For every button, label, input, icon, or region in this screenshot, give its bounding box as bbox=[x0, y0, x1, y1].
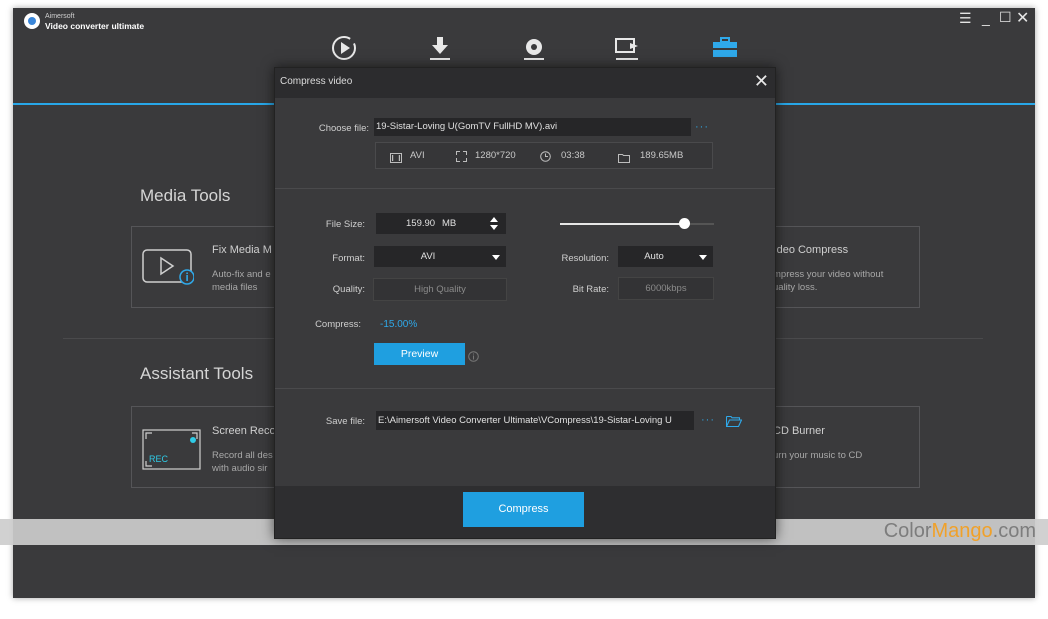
file-size-input[interactable]: 159.90 MB bbox=[376, 213, 506, 234]
slider-fill bbox=[560, 223, 685, 225]
video-compress-card[interactable]: Video Compress mpress your video without… bbox=[758, 226, 920, 308]
screen-recorder-card[interactable]: REC Screen Reco Record all des with audi… bbox=[131, 406, 293, 488]
resolution-select[interactable]: Auto bbox=[618, 246, 713, 267]
video-compress-title: Video Compress bbox=[767, 244, 849, 256]
file-size-label: File Size: bbox=[325, 219, 365, 230]
bitrate-value: 6000kbps bbox=[645, 283, 687, 294]
slider-handle[interactable] bbox=[679, 218, 690, 229]
fix-media-desc-2: media files bbox=[212, 282, 258, 293]
rec-label: REC bbox=[149, 454, 169, 464]
convert-icon[interactable] bbox=[329, 34, 359, 62]
format-selected-value: AVI bbox=[420, 251, 436, 262]
menu-icon[interactable]: ☰ bbox=[959, 10, 972, 27]
compress-ratio-label: Compress: bbox=[315, 319, 361, 330]
duration-icon bbox=[540, 149, 551, 162]
fix-media-title: Fix Media M bbox=[212, 244, 272, 256]
fix-media-card[interactable]: Fix Media M Auto-fix and e media files bbox=[131, 226, 293, 308]
maximize-icon[interactable]: ☐ bbox=[999, 9, 1012, 26]
choose-file-label: Choose file: bbox=[318, 123, 369, 134]
fix-media-icon bbox=[142, 249, 195, 285]
burn-icon[interactable] bbox=[519, 34, 549, 62]
choose-file-browse-button[interactable]: ··· bbox=[695, 121, 709, 133]
download-icon[interactable] bbox=[425, 34, 455, 62]
fix-media-desc-1: Auto-fix and e bbox=[212, 269, 271, 280]
save-file-label: Save file: bbox=[325, 416, 365, 427]
format-dropdown-icon bbox=[492, 255, 500, 260]
cd-burner-title: CD Burner bbox=[773, 425, 825, 437]
screen-recorder-desc-1: Record all des bbox=[212, 450, 273, 461]
format-select[interactable]: AVI bbox=[374, 246, 506, 267]
save-path-input[interactable]: E:\Aimersoft Video Converter Ultimate\VC… bbox=[376, 411, 694, 430]
cd-burner-desc: urn your music to CD bbox=[773, 450, 863, 461]
open-folder-icon[interactable] bbox=[725, 414, 743, 428]
preview-button[interactable]: Preview bbox=[374, 343, 465, 365]
quality-field: High Quality bbox=[373, 278, 507, 301]
video-format-icon bbox=[390, 150, 402, 163]
compress-video-dialog: Compress video ✕ Choose file: 19-Sistar-… bbox=[274, 67, 776, 539]
dialog-divider-2 bbox=[275, 388, 775, 389]
bitrate-label: Bit Rate: bbox=[572, 284, 609, 295]
minimize-icon[interactable]: _ bbox=[982, 10, 990, 26]
increase-size-icon[interactable] bbox=[490, 217, 498, 222]
screen-recorder-desc-2: with audio sir bbox=[212, 463, 268, 474]
quality-label: Quality: bbox=[332, 284, 365, 295]
choose-file-input[interactable]: 19-Sistar-Loving U(GomTV FullHD MV).avi bbox=[374, 118, 691, 136]
file-size-value: 189.65MB bbox=[640, 150, 684, 161]
video-compress-desc-1: mpress your video without bbox=[773, 269, 884, 280]
screen-recorder-title: Screen Reco bbox=[212, 425, 276, 437]
close-icon[interactable]: ✕ bbox=[1016, 8, 1029, 28]
folder-size-icon bbox=[618, 150, 630, 163]
screen-recorder-icon: REC bbox=[142, 429, 202, 471]
dialog-divider-1 bbox=[275, 188, 775, 189]
format-label: Format: bbox=[332, 253, 365, 264]
quality-value: High Quality bbox=[414, 284, 466, 295]
file-info-box: AVI 1280*720 03:38 189.65MB bbox=[375, 142, 713, 169]
compress-button[interactable]: Compress bbox=[463, 492, 584, 527]
file-format-value: AVI bbox=[410, 150, 425, 161]
resolution-icon bbox=[456, 149, 467, 162]
file-size-slider[interactable] bbox=[560, 215, 714, 233]
resolution-dropdown-icon bbox=[699, 255, 707, 260]
cd-burner-card[interactable]: CD Burner urn your music to CD bbox=[758, 406, 920, 488]
bitrate-field: 6000kbps bbox=[618, 277, 714, 300]
decrease-size-icon[interactable] bbox=[490, 225, 498, 230]
media-tools-title: Media Tools bbox=[140, 186, 231, 205]
dialog-title: Compress video bbox=[280, 76, 353, 87]
resolution-selected-value: Auto bbox=[644, 251, 664, 262]
toolbox-icon[interactable] bbox=[710, 34, 740, 62]
dialog-close-icon[interactable]: ✕ bbox=[754, 71, 769, 92]
save-path-browse-button[interactable]: ··· bbox=[701, 414, 715, 426]
watermark-logo: ColorMango.com bbox=[883, 520, 1036, 542]
file-size-number: 159.90 bbox=[406, 218, 436, 229]
compress-ratio-value: -15.00% bbox=[380, 319, 418, 330]
transfer-icon[interactable] bbox=[612, 34, 642, 62]
file-size-unit: MB bbox=[442, 218, 457, 229]
preview-info-icon[interactable] bbox=[468, 349, 479, 362]
brand-product: Video converter ultimate bbox=[45, 21, 145, 31]
resolution-label: Resolution: bbox=[561, 253, 609, 264]
assistant-tools-title: Assistant Tools bbox=[140, 364, 254, 383]
brand-company: Aimersoft bbox=[45, 13, 75, 20]
app-logo-icon bbox=[24, 13, 40, 29]
video-compress-desc-2: uality loss. bbox=[773, 282, 818, 293]
file-duration-value: 03:38 bbox=[561, 150, 585, 161]
file-resolution-value: 1280*720 bbox=[475, 150, 516, 161]
